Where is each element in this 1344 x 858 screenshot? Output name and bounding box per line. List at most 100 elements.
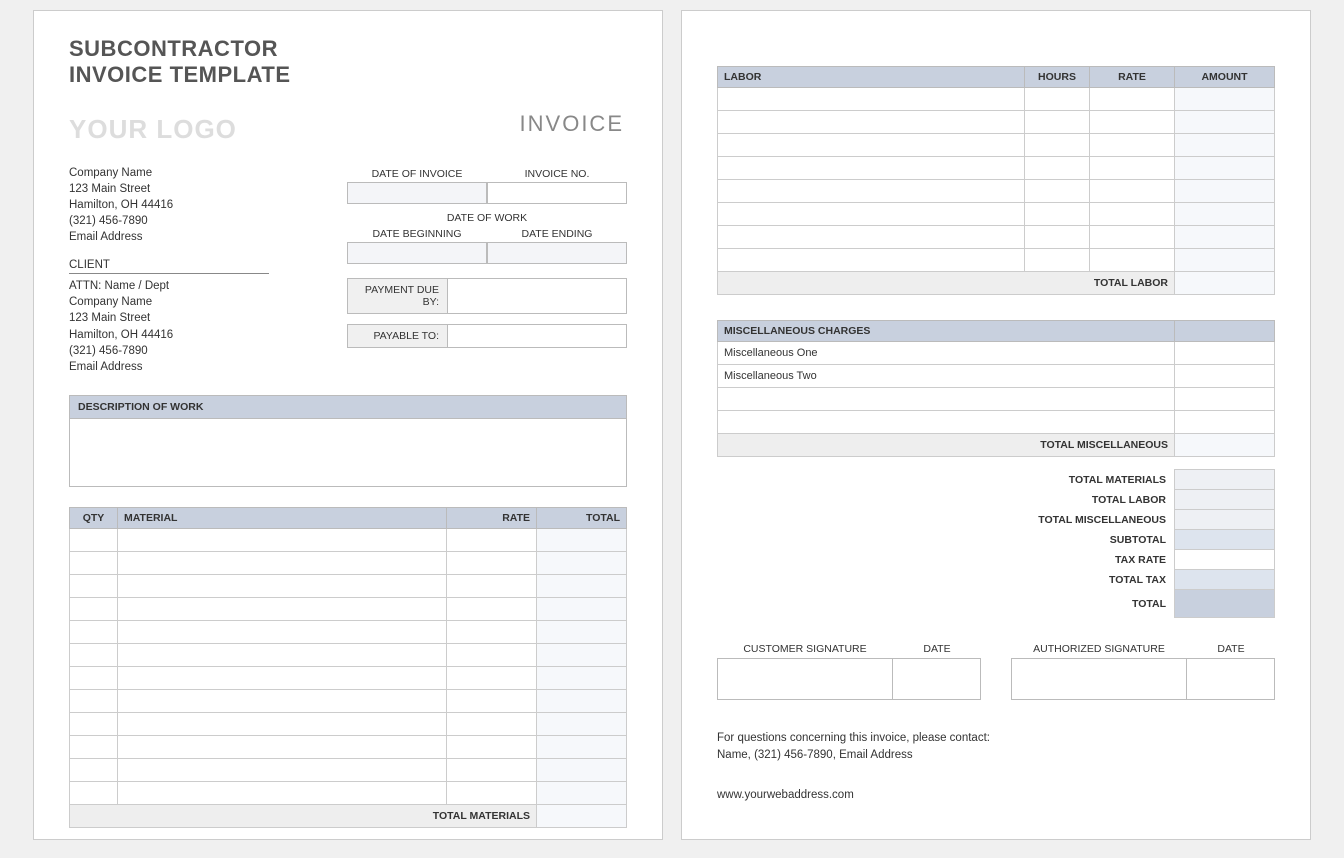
misc-row-1: Miscellaneous Two xyxy=(718,365,1175,388)
date-of-invoice-input[interactable] xyxy=(347,182,487,204)
date-beginning-input[interactable] xyxy=(347,242,487,264)
summary-tax-rate-value[interactable] xyxy=(1175,550,1275,570)
authorized-date-label: DATE xyxy=(1187,643,1275,658)
footer-block: For questions concerning this invoice, p… xyxy=(717,730,1275,804)
payment-due-label: PAYMENT DUE BY: xyxy=(348,279,448,313)
misc-table: MISCELLANEOUS CHARGES Miscellaneous One … xyxy=(717,320,1275,457)
title-line-2: INVOICE TEMPLATE xyxy=(69,62,627,88)
customer-signature-label: CUSTOMER SIGNATURE xyxy=(717,643,893,658)
table-row[interactable] xyxy=(718,88,1275,111)
summary-total-tax-label: TOTAL TAX xyxy=(717,570,1175,590)
labor-header-amount: AMOUNT xyxy=(1175,67,1275,88)
table-row[interactable] xyxy=(718,157,1275,180)
table-row[interactable] xyxy=(718,388,1275,411)
misc-total-label: TOTAL MISCELLANEOUS xyxy=(718,434,1175,457)
materials-header-rate: RATE xyxy=(447,507,537,528)
labor-header-hours: HOURS xyxy=(1025,67,1090,88)
footer-line2: Name, (321) 456-7890, Email Address xyxy=(717,747,1275,764)
date-ending-label: DATE ENDING xyxy=(487,226,627,242)
authorized-signature-input[interactable] xyxy=(1011,658,1187,700)
summary-total-value xyxy=(1175,590,1275,618)
table-row[interactable] xyxy=(70,643,627,666)
summary-total-labor-label: TOTAL LABOR xyxy=(717,490,1175,510)
table-row[interactable] xyxy=(70,574,627,597)
payment-due-row: PAYMENT DUE BY: xyxy=(347,278,627,314)
invoice-heading: INVOICE xyxy=(520,111,624,137)
table-row[interactable]: Miscellaneous One xyxy=(718,342,1275,365)
footer-line1: For questions concerning this invoice, p… xyxy=(717,730,1275,747)
table-row[interactable] xyxy=(718,180,1275,203)
client-section-header: CLIENT xyxy=(69,259,269,274)
summary-total-materials-label: TOTAL MATERIALS xyxy=(717,470,1175,490)
table-row[interactable] xyxy=(718,134,1275,157)
signature-row: CUSTOMER SIGNATURE DATE AUTHORIZED SIGNA… xyxy=(717,643,1275,700)
misc-header: MISCELLANEOUS CHARGES xyxy=(718,321,1175,342)
invoice-no-label: INVOICE NO. xyxy=(487,166,627,182)
summary-total-misc-label: TOTAL MISCELLANEOUS xyxy=(717,510,1175,530)
labor-total-label: TOTAL LABOR xyxy=(718,272,1175,295)
invoice-page-1: SUBCONTRACTOR INVOICE TEMPLATE YOUR LOGO… xyxy=(33,10,663,840)
table-row[interactable] xyxy=(718,203,1275,226)
invoice-no-input[interactable] xyxy=(487,182,627,204)
misc-total-value xyxy=(1175,434,1275,457)
table-row[interactable] xyxy=(70,666,627,689)
materials-header-total: TOTAL xyxy=(537,507,627,528)
invoice-meta-area: DATE OF INVOICE INVOICE NO. DATE OF WORK… xyxy=(347,166,627,348)
table-row[interactable] xyxy=(70,528,627,551)
table-row[interactable] xyxy=(70,712,627,735)
payment-due-input[interactable] xyxy=(448,279,626,313)
materials-table: QTY MATERIAL RATE TOTAL TOTAL MATERIALS xyxy=(69,507,627,828)
misc-row-3 xyxy=(718,411,1175,434)
invoice-page-2: LABOR HOURS RATE AMOUNT TOTAL LABOR MISC xyxy=(681,10,1311,840)
template-title: SUBCONTRACTOR INVOICE TEMPLATE xyxy=(69,36,627,89)
authorized-date-input[interactable] xyxy=(1187,658,1275,700)
summary-total-tax-value xyxy=(1175,570,1275,590)
labor-total-row: TOTAL LABOR xyxy=(718,272,1275,295)
date-of-work-label: DATE OF WORK xyxy=(347,210,627,226)
table-row[interactable] xyxy=(70,781,627,804)
table-row[interactable] xyxy=(70,758,627,781)
payable-to-row: PAYABLE TO: xyxy=(347,324,627,348)
misc-total-row: TOTAL MISCELLANEOUS xyxy=(718,434,1275,457)
table-row[interactable] xyxy=(70,620,627,643)
date-ending-input[interactable] xyxy=(487,242,627,264)
date-beginning-label: DATE BEGINNING xyxy=(347,226,487,242)
table-row[interactable] xyxy=(718,111,1275,134)
description-input[interactable] xyxy=(69,419,627,487)
customer-date-label: DATE xyxy=(893,643,981,658)
customer-date-input[interactable] xyxy=(893,658,981,700)
materials-header-material: MATERIAL xyxy=(118,507,447,528)
table-row[interactable] xyxy=(70,689,627,712)
description-header: DESCRIPTION OF WORK xyxy=(69,395,627,419)
materials-total-label: TOTAL MATERIALS xyxy=(70,804,537,827)
payable-to-input[interactable] xyxy=(448,325,626,347)
table-row[interactable] xyxy=(718,249,1275,272)
labor-header-labor: LABOR xyxy=(718,67,1025,88)
materials-header-qty: QTY xyxy=(70,507,118,528)
misc-row-0: Miscellaneous One xyxy=(718,342,1175,365)
misc-row-2 xyxy=(718,388,1175,411)
authorized-signature-label: AUTHORIZED SIGNATURE xyxy=(1011,643,1187,658)
summary-tax-rate-label: TAX RATE xyxy=(717,550,1175,570)
client-email: Email Address xyxy=(69,359,627,375)
table-row[interactable] xyxy=(70,551,627,574)
table-row[interactable]: Miscellaneous Two xyxy=(718,365,1275,388)
summary-total-misc-value xyxy=(1175,510,1275,530)
customer-signature-group: CUSTOMER SIGNATURE DATE xyxy=(717,643,981,700)
summary-table: TOTAL MATERIALS TOTAL LABOR TOTAL MISCEL… xyxy=(717,469,1275,618)
description-section: DESCRIPTION OF WORK xyxy=(69,395,627,487)
summary-subtotal-label: SUBTOTAL xyxy=(717,530,1175,550)
labor-table: LABOR HOURS RATE AMOUNT TOTAL LABOR xyxy=(717,66,1275,295)
materials-total-row: TOTAL MATERIALS xyxy=(70,804,627,827)
customer-signature-input[interactable] xyxy=(717,658,893,700)
materials-total-value xyxy=(537,804,627,827)
table-row[interactable] xyxy=(718,411,1275,434)
date-of-invoice-label: DATE OF INVOICE xyxy=(347,166,487,182)
table-row[interactable] xyxy=(70,597,627,620)
title-line-1: SUBCONTRACTOR xyxy=(69,36,627,62)
authorized-signature-group: AUTHORIZED SIGNATURE DATE xyxy=(1011,643,1275,700)
summary-subtotal-value xyxy=(1175,530,1275,550)
payable-to-label: PAYABLE TO: xyxy=(348,325,448,347)
table-row[interactable] xyxy=(70,735,627,758)
table-row[interactable] xyxy=(718,226,1275,249)
